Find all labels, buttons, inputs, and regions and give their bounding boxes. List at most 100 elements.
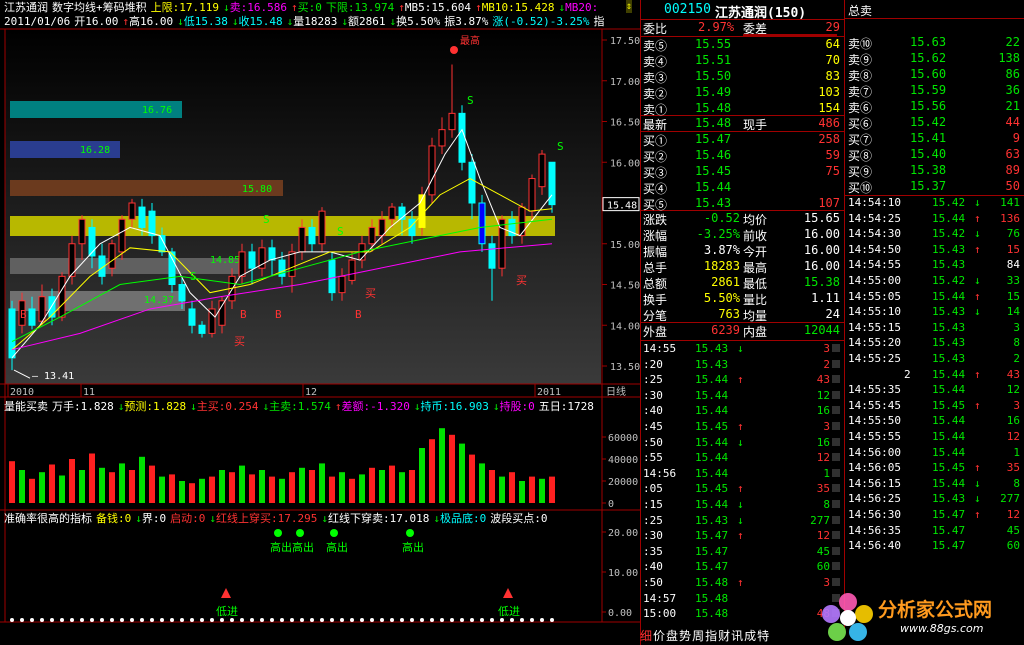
tick-mark: [832, 546, 840, 555]
bottom-tab-4[interactable]: 周: [692, 629, 704, 643]
volume-bar: [419, 448, 425, 503]
bottom-tab-7[interactable]: 讯: [731, 629, 743, 643]
rtick-price: 15.43: [932, 492, 966, 506]
tick-mark: [832, 406, 840, 415]
tick-price: 15.43: [695, 342, 729, 355]
gaochu-dot: [330, 529, 338, 537]
vol-header-item-8: ↑: [334, 400, 342, 413]
bottom-tab-3[interactable]: 势: [679, 629, 691, 643]
tick-mark: [832, 437, 840, 446]
volume-bar: [29, 478, 35, 503]
tick-arrow: ↑: [737, 373, 744, 387]
ind-header-item-1: 备钱:0: [96, 512, 132, 525]
volume-bar: [149, 465, 155, 503]
tick-time: :05: [643, 482, 663, 496]
tick-mark: [832, 375, 840, 384]
rtick-arrow: ↓: [974, 274, 981, 287]
tick-time: :50: [643, 435, 663, 449]
stat-label: 总手: [643, 261, 668, 275]
scroll-up-icon[interactable]: ⇕: [626, 0, 633, 13]
chip-band-label: 16.28: [80, 145, 110, 156]
bottom-tab-9[interactable]: 特: [757, 629, 769, 643]
ind-dot: [510, 618, 514, 622]
ind-dot: [500, 618, 504, 622]
rtick-price: 15.44: [932, 476, 966, 490]
tick-mark: [832, 422, 840, 430]
bid10-vol: 89: [1005, 163, 1020, 177]
candle-body: [238, 251, 246, 277]
bottom-tab-2[interactable]: 盘: [666, 629, 678, 643]
bottom-tab-6[interactable]: 财: [718, 629, 730, 643]
ind-dot: [320, 618, 324, 622]
tick-mark: [832, 515, 840, 524]
rtick-time: 14:55:10: [848, 305, 901, 319]
price-axis-label: 17.00: [610, 77, 640, 88]
bottom-tab-1[interactable]: 价: [653, 629, 665, 643]
ind-dot: [170, 618, 174, 622]
vol-header-item-7: 主卖:1.574: [269, 400, 331, 413]
candle-body: [108, 243, 116, 269]
volume-bar: [479, 463, 485, 503]
header1-item-11: MB10:15.428: [481, 1, 555, 14]
kline-chart[interactable]: 17.5017.0016.5016.0015.5015.0014.5014.00…: [0, 0, 640, 645]
bid10-vol: 63: [1005, 147, 1020, 161]
volume-bar: [319, 463, 325, 503]
rtick-time: 14:55:20: [848, 336, 901, 350]
stat-label2: 量比: [743, 293, 768, 307]
ask10-label: 卖⑧: [848, 69, 873, 83]
candle-body: [308, 226, 316, 245]
vol-header-item-3: 预测:1.828: [124, 400, 187, 413]
rtick-price: 15.44: [932, 414, 966, 428]
ind-header-item-7: ↓: [321, 512, 328, 525]
tick-time: 15:00: [643, 607, 677, 621]
ind-dot: [250, 618, 254, 622]
candle-body: [148, 210, 156, 237]
volume-bar: [549, 476, 555, 503]
rtick-time: 14:56:15: [848, 476, 901, 490]
candle-body: [438, 129, 446, 147]
chip-band-label: 15.80: [242, 184, 272, 195]
candle-body: [178, 284, 186, 302]
rtick-time: 14:55:00: [848, 274, 901, 287]
ind-dot: [460, 618, 464, 622]
tick-arrow: ↓: [737, 435, 744, 449]
rtick-arrow: ↓: [974, 227, 981, 241]
chart-area[interactable]: 17.5017.0016.5016.0015.5015.0014.5014.00…: [0, 0, 640, 645]
volume-bar: [69, 459, 75, 503]
rtick-vol: 16: [1006, 414, 1020, 428]
candle-body: [368, 226, 376, 245]
tick-time: :40: [643, 560, 663, 574]
ind-dot: [340, 618, 344, 622]
ind-dot: [20, 618, 24, 622]
ask-vol: 154: [818, 101, 840, 115]
rtick-arrow: ↓: [974, 196, 981, 209]
vol-axis-label: 40000: [608, 455, 638, 466]
stat-label: 涨幅: [643, 229, 668, 243]
ind-dot: [380, 618, 384, 622]
bid10-label: 买⑩: [848, 181, 873, 195]
ind-dot: [360, 618, 364, 622]
rtick-time: 14:56:05: [848, 461, 901, 475]
tick-arrow: ↑: [737, 529, 744, 543]
candle-body: [448, 112, 456, 131]
rtick-vol: 84: [1006, 258, 1020, 272]
weicha-value: 29: [825, 20, 840, 34]
tick-price: 15.48: [695, 576, 729, 589]
bottom-tab-8[interactable]: 成: [744, 629, 756, 643]
volume-bar: [439, 428, 445, 503]
ask-price: 15.48: [695, 101, 732, 115]
bottom-tab-5[interactable]: 指: [705, 629, 717, 643]
ask-label: 卖④: [643, 55, 668, 69]
tick-vol: 3: [823, 420, 830, 433]
volume-bar: [179, 481, 185, 503]
bid-price: 15.43: [695, 196, 732, 210]
ind-dot: [230, 618, 234, 622]
volume-bar: [519, 481, 525, 503]
rtick-vol: 136: [1000, 211, 1020, 225]
rtick-arrow: ↑: [974, 461, 981, 475]
bid10-vol: 50: [1005, 179, 1020, 193]
bottom-tab-0[interactable]: 细: [640, 629, 652, 643]
neipan-label: 内盘: [743, 325, 768, 339]
volume-bar: [89, 453, 95, 503]
neipan-value: 12044: [803, 323, 840, 337]
